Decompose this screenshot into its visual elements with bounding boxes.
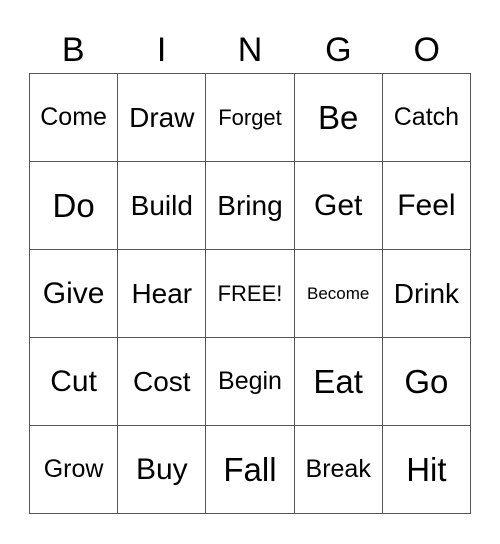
bingo-cell[interactable]: Grow: [30, 426, 119, 514]
header-letter-n: N: [237, 31, 263, 69]
bingo-cell[interactable]: Become: [294, 250, 383, 338]
bingo-cell[interactable]: Feel: [382, 162, 471, 250]
bingo-cell[interactable]: Cost: [118, 338, 207, 426]
header-letter-i: I: [156, 31, 167, 69]
bingo-cell[interactable]: Draw: [118, 74, 207, 162]
bingo-header: B I N G O: [29, 28, 471, 73]
bingo-cell[interactable]: Forget: [206, 74, 295, 162]
bingo-cell[interactable]: Build: [118, 162, 207, 250]
free-space-cell[interactable]: FREE!: [206, 250, 295, 338]
bingo-cell[interactable]: Bring: [206, 162, 295, 250]
bingo-cell[interactable]: Hit: [382, 426, 471, 514]
bingo-cell[interactable]: Get: [294, 162, 383, 250]
bingo-cell[interactable]: Break: [294, 426, 383, 514]
bingo-cell[interactable]: Give: [30, 250, 119, 338]
bingo-cell[interactable]: Buy: [118, 426, 207, 514]
bingo-cell[interactable]: Begin: [206, 338, 295, 426]
header-letter-g: G: [325, 31, 352, 69]
header-letter-b: B: [61, 31, 85, 69]
bingo-cell[interactable]: Eat: [294, 338, 383, 426]
bingo-cell[interactable]: Go: [382, 338, 471, 426]
bingo-cell[interactable]: Drink: [382, 250, 471, 338]
bingo-cell[interactable]: Hear: [118, 250, 207, 338]
bingo-cell[interactable]: Come: [30, 74, 119, 162]
bingo-cell[interactable]: Fall: [206, 426, 295, 514]
bingo-cell[interactable]: Catch: [382, 74, 471, 162]
header-letter-o: O: [413, 31, 440, 69]
bingo-cell[interactable]: Be: [294, 74, 383, 162]
bingo-cell[interactable]: Cut: [30, 338, 119, 426]
bingo-cell[interactable]: Do: [30, 162, 119, 250]
bingo-grid: Come Draw Forget Be Catch Do Build Bring…: [29, 73, 471, 514]
